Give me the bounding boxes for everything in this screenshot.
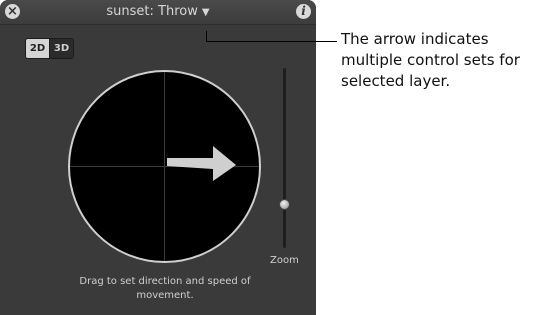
zoom-slider-track[interactable] [283, 68, 286, 248]
zoom-slider-thumb[interactable] [279, 199, 290, 211]
instruction-text: Drag to set direction and speed of movem… [79, 276, 251, 301]
title-bar[interactable]: × sunset: Throw ▼ i [0, 0, 316, 25]
callout-leader-line [207, 41, 337, 42]
zoom-label: Zoom [270, 255, 299, 266]
mode-2d-button[interactable]: 2D [26, 39, 49, 58]
direction-pad[interactable] [68, 70, 261, 263]
title-dropdown[interactable]: sunset: Throw ▼ [0, 4, 316, 19]
direction-arrow-icon[interactable] [167, 146, 236, 181]
info-icon[interactable]: i [296, 4, 311, 19]
mode-3d-button[interactable]: 3D [49, 39, 73, 58]
callout-text: The arrow indicates multiple control set… [341, 30, 520, 90]
direction-pad-graphic [70, 72, 259, 261]
mode-toggle[interactable]: 2D 3D [25, 38, 74, 59]
chevron-down-icon[interactable]: ▼ [202, 7, 210, 18]
window-title: sunset: Throw [106, 4, 198, 19]
hud-panel: × sunset: Throw ▼ i 2D 3D Zoom Drag to se… [0, 0, 316, 315]
